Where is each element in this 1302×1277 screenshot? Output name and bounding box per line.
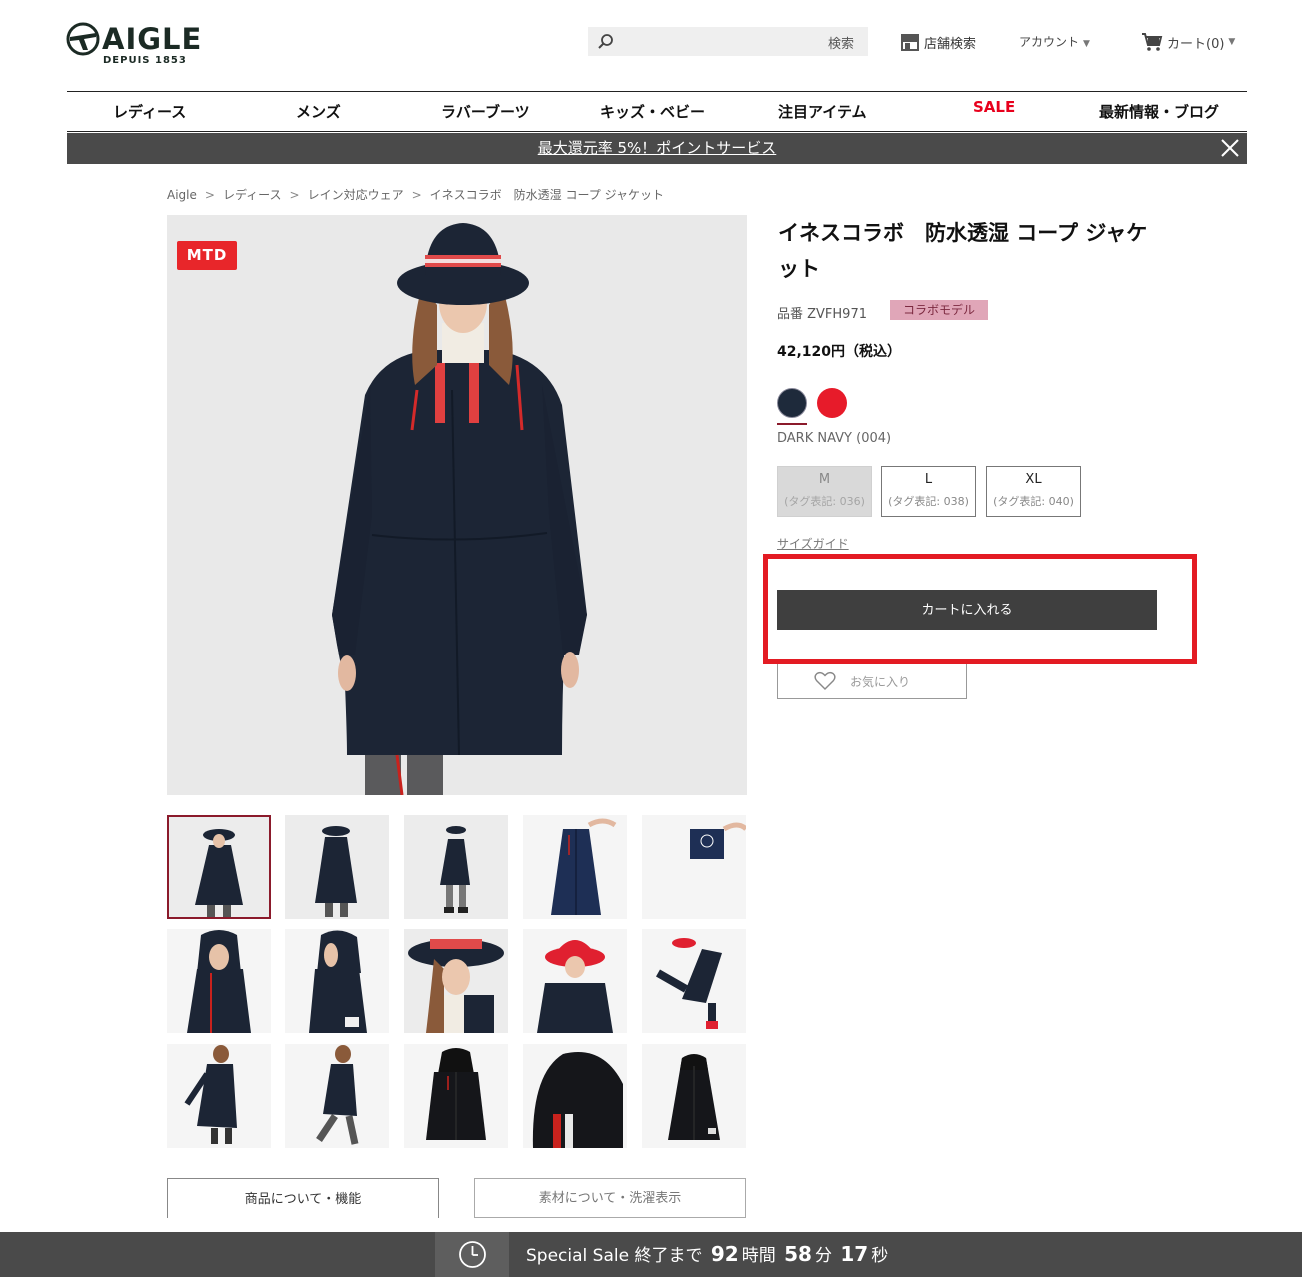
nav-item-mens[interactable]: メンズ <box>296 101 341 122</box>
account-label: アカウント <box>1019 35 1080 49</box>
sale-label: Special Sale <box>526 1246 630 1266</box>
heart-icon <box>814 671 836 690</box>
thumbnail[interactable] <box>167 1044 271 1148</box>
tab-product-features[interactable]: 商品について・機能 <box>167 1178 439 1218</box>
thumbnail[interactable] <box>404 815 508 919</box>
selected-swatch-indicator <box>777 423 807 425</box>
thumbnail[interactable] <box>642 815 746 919</box>
sale-until: 終了まで <box>634 1246 703 1266</box>
breadcrumb-separator: > <box>411 188 422 202</box>
breadcrumb-item[interactable]: Aigle <box>167 188 197 202</box>
nav-item-news-blog[interactable]: 最新情報・ブログ <box>1099 101 1219 122</box>
selected-color-name: DARK NAVY (004) <box>777 431 892 446</box>
breadcrumb: Aigle > レディース > レイン対応ウェア > イネスコラボ 防水透湿 コープ ジャケ… <box>167 186 664 203</box>
thumbnail[interactable] <box>404 929 508 1033</box>
promo-bar: 最大還元率 5%！ポイントサービス <box>67 133 1247 164</box>
cart-icon <box>1142 33 1163 51</box>
nav-item-sale[interactable]: SALE <box>973 98 1015 116</box>
clock-box <box>435 1232 509 1277</box>
size-guide-link[interactable]: サイズガイド <box>777 535 849 552</box>
search-button[interactable]: 検索 <box>828 33 854 52</box>
collab-badge: コラボモデル <box>890 300 988 320</box>
cart-menu[interactable]: カート(0) ▼ <box>1141 31 1235 53</box>
countdown-minutes: 58 <box>784 1242 812 1266</box>
search-icon <box>598 34 613 49</box>
thumbnail[interactable] <box>642 929 746 1033</box>
color-swatch-red[interactable] <box>817 388 847 418</box>
add-to-cart-button[interactable]: カートに入れる <box>777 590 1157 630</box>
thumbnail[interactable] <box>167 815 271 919</box>
countdown-text: Special Sale 終了まで 92 時間 58 分 17 秒 <box>526 1241 888 1266</box>
thumbnail[interactable] <box>523 929 627 1033</box>
size-label: M <box>818 472 831 487</box>
thumbnail[interactable] <box>167 929 271 1033</box>
breadcrumb-current: イネスコラボ 防水透湿 コープ ジャケット <box>429 188 664 202</box>
account-menu[interactable]: アカウント ▼ <box>1019 33 1090 50</box>
chevron-down-icon: ▼ <box>1228 37 1236 47</box>
store-search-link[interactable]: 店舗検索 <box>900 31 976 53</box>
clock-icon <box>459 1241 486 1268</box>
thumbnail[interactable] <box>404 1044 508 1148</box>
size-tag-label: (タグ表記: 040) <box>993 495 1074 508</box>
countdown-seconds: 17 <box>840 1242 869 1266</box>
thumbnail[interactable] <box>642 1044 746 1148</box>
promo-link[interactable]: 最大還元率 5%！ポイントサービス <box>538 139 777 157</box>
chevron-down-icon: ▼ <box>1083 39 1090 49</box>
store-search-label: 店舗検索 <box>924 36 977 52</box>
thumbnail[interactable] <box>523 1044 627 1148</box>
nav-item-ladies[interactable]: レディース <box>113 101 186 122</box>
thumbnail[interactable] <box>285 1044 389 1148</box>
size-option-l[interactable]: L (タグ表記: 038) <box>881 466 976 517</box>
aigle-logo[interactable]: AIGLE DEPUIS 1853 <box>66 20 216 68</box>
store-icon <box>901 34 919 51</box>
thumbnail[interactable] <box>523 815 627 919</box>
tab-materials-care[interactable]: 素材について・洗濯表示 <box>474 1178 746 1218</box>
sale-countdown-bar: Special Sale 終了まで 92 時間 58 分 17 秒 <box>0 1232 1302 1277</box>
cart-label: カート(0) <box>1167 36 1225 52</box>
favorite-button[interactable]: お気に入り <box>777 664 967 699</box>
nav-item-rubber-boots[interactable]: ラバーブーツ <box>441 101 530 122</box>
breadcrumb-item[interactable]: レイン対応ウェア <box>308 188 404 202</box>
size-option-m[interactable]: M (タグ表記: 036) <box>777 466 872 517</box>
breadcrumb-separator: > <box>289 188 300 202</box>
product-sku: 品番 ZVFH971 <box>777 307 867 322</box>
aigle-emblem-icon <box>66 22 100 56</box>
favorite-label: お気に入り <box>849 674 910 689</box>
color-swatch-dark-navy[interactable] <box>777 388 807 418</box>
size-label: L <box>924 472 933 487</box>
product-price: 42,120円（税込） <box>777 344 902 360</box>
hours-unit: 時間 <box>741 1246 776 1266</box>
size-tag-label: (タグ表記: 036) <box>784 495 865 508</box>
size-label: XL <box>1025 472 1042 487</box>
product-main-image[interactable]: MTD <box>167 215 747 795</box>
breadcrumb-item[interactable]: レディース <box>223 188 282 202</box>
countdown-hours: 92 <box>710 1242 739 1266</box>
mtd-badge: MTD <box>177 241 237 270</box>
size-tag-label: (タグ表記: 038) <box>888 495 969 508</box>
breadcrumb-separator: > <box>204 188 215 202</box>
nav-item-kids-baby[interactable]: キッズ・ベビー <box>600 101 705 122</box>
search-input[interactable]: 検索 <box>588 27 868 56</box>
size-option-xl[interactable]: XL (タグ表記: 040) <box>986 466 1081 517</box>
close-icon[interactable] <box>1219 137 1241 159</box>
thumbnail[interactable] <box>285 815 389 919</box>
brand-name: AIGLE <box>102 22 203 56</box>
brand-tagline: DEPUIS 1853 <box>103 55 187 66</box>
seconds-unit: 秒 <box>871 1246 889 1266</box>
nav-item-featured[interactable]: 注目アイテム <box>778 101 867 122</box>
thumbnail[interactable] <box>285 929 389 1033</box>
main-nav: レディース メンズ ラバーブーツ キッズ・ベビー 注目アイテム SALE 最新情… <box>67 91 1247 132</box>
product-title: イネスコラボ 防水透湿 コープ ジャケット <box>778 221 1148 281</box>
minutes-unit: 分 <box>814 1246 832 1266</box>
model-photo <box>332 223 587 795</box>
